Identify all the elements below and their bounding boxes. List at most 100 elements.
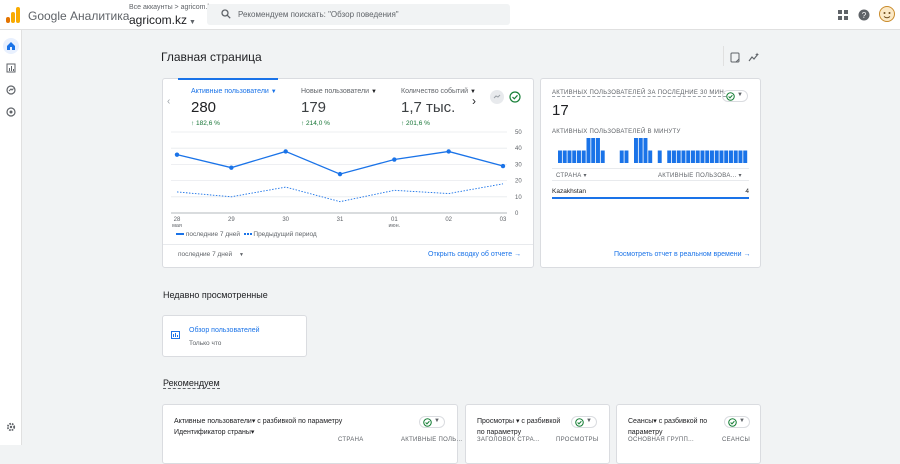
recommend-card-title: Сеансы▾ с разбивкой по параметру <box>628 418 708 436</box>
minute-bar <box>657 150 662 163</box>
minute-bar <box>581 150 586 163</box>
minute-bar <box>667 150 672 163</box>
series-line-previous <box>176 183 504 203</box>
recommend-card-options[interactable]: ▼ <box>419 416 445 428</box>
search-input[interactable]: Рекомендуем поискать: "Обзор поведения" <box>207 4 510 25</box>
recommend-section-title: Рекомендуем <box>163 378 220 389</box>
help-icon[interactable]: ? <box>858 8 872 22</box>
table-row[interactable]: Kazakhstan 4 <box>552 186 749 199</box>
data-point <box>500 163 506 169</box>
metric-active-users[interactable]: Активные пользователи ▼ 280 ↑ 182,6 % <box>191 88 277 127</box>
arrow-down-icon: ▾ <box>738 173 742 179</box>
data-point <box>446 149 451 154</box>
per-minute-label: АКТИВНЫХ ПОЛЬЗОВАТЕЛЕЙ В МИНУТУ <box>552 129 681 135</box>
recommend-card-title: Активные пользователи▾ с разбивкой по па… <box>174 418 343 436</box>
minute-bar <box>691 150 695 163</box>
recommend-card-options[interactable]: ▼ <box>571 416 597 428</box>
report-summary-link[interactable]: Открыть сводку об отчете → <box>428 251 521 258</box>
chevron-down-icon: ▼ <box>270 89 277 95</box>
col-users-label: АКТИВНЫЕ ПОЛЬЗОВА... <box>658 173 737 179</box>
metric-value: 280 <box>191 99 217 116</box>
check-circle-icon[interactable] <box>509 90 521 108</box>
realtime-title: АКТИВНЫХ ПОЛЬЗОВАТЕЛЕЙ ЗА ПОСЛЕДНИЕ 30 М… <box>552 90 726 97</box>
accounts-breadcrumb[interactable]: Все аккаунты > agricom.kz <box>129 4 214 11</box>
minute-bar <box>591 138 596 163</box>
y-tick-label: 0 <box>515 211 519 217</box>
realtime-report-link[interactable]: Посмотреть отчет в реальном времени → <box>614 251 750 258</box>
arrow-right-icon: → <box>514 251 522 258</box>
legend-current-label: последние 7 дней <box>185 231 240 238</box>
data-point <box>174 152 180 157</box>
check-circle-icon <box>423 418 432 427</box>
legend-previous-label: Предыдущий период <box>253 231 317 238</box>
x-tick-label: 03 <box>500 217 507 223</box>
recommend-col-header: СТРАНА <box>338 437 364 443</box>
check-circle-icon <box>728 418 737 427</box>
minute-bar <box>619 150 624 163</box>
minute-bar <box>733 150 738 163</box>
card-divider <box>163 244 533 245</box>
recent-item-title[interactable]: Обзор пользователей <box>189 327 260 334</box>
chevron-left-icon[interactable]: ‹ <box>167 96 170 107</box>
nav-explore[interactable] <box>3 82 19 98</box>
chevron-down-icon: ▼ <box>737 92 743 98</box>
side-nav <box>0 30 22 445</box>
chevron-down-icon: ▼ <box>434 418 440 424</box>
minute-bar <box>562 150 567 163</box>
recommend-col-header: ОСНОВНАЯ ГРУПП... <box>628 437 694 443</box>
table-divider <box>552 180 749 181</box>
nav-advertising[interactable] <box>3 104 19 120</box>
apps-grid-icon[interactable] <box>837 8 851 22</box>
recent-item-card[interactable] <box>162 315 307 357</box>
col-country-header[interactable]: СТРАНА ▾ <box>556 172 587 179</box>
header-divider <box>723 46 724 66</box>
data-point <box>392 157 397 162</box>
minute-bar <box>738 150 743 163</box>
search-icon <box>221 9 231 19</box>
gear-icon <box>6 422 16 432</box>
minute-bar <box>681 150 686 163</box>
y-tick-label: 30 <box>515 162 522 168</box>
minute-bar <box>672 150 676 163</box>
report-summary-label: Открыть сводку об отчете <box>428 251 513 258</box>
y-tick-label: 40 <box>515 146 522 152</box>
minute-bar <box>624 150 629 163</box>
series-line-current <box>176 150 504 175</box>
nav-admin[interactable] <box>3 419 19 435</box>
x-tick-label: 31 <box>337 217 344 223</box>
avatar[interactable] <box>879 6 895 22</box>
x-tick-label: 30 <box>282 217 289 223</box>
app-title[interactable]: Google Аналитика <box>28 9 129 23</box>
metric-label: Новые пользователи <box>301 88 369 95</box>
active-metric-indicator <box>178 78 278 80</box>
col-users-header[interactable]: АКТИВНЫЕ ПОЛЬЗОВА... ▾ <box>658 172 742 179</box>
table-divider <box>552 168 749 169</box>
minute-bar <box>567 150 572 163</box>
minute-bar <box>724 150 729 163</box>
period-label: последние 7 дней <box>178 251 233 258</box>
insights-icon[interactable] <box>748 50 760 68</box>
metric-new-users[interactable]: Новые пользователи ▼ 179 ↑ 214,0 % <box>301 88 377 127</box>
period-selector[interactable]: последние 7 дней ▼ <box>178 251 244 258</box>
data-point <box>337 171 343 177</box>
nav-home[interactable] <box>3 38 19 54</box>
x-tick-label: 29 <box>228 217 235 223</box>
recommend-card-options[interactable]: ▼ <box>724 416 750 428</box>
recommend-col-header: ПРОСМОТРЫ <box>556 437 599 443</box>
analytics-logo-icon[interactable] <box>6 7 20 23</box>
x-tick-sublabel: июн. <box>388 223 400 229</box>
chevron-down-icon: ▼ <box>189 19 196 26</box>
customize-icon[interactable] <box>730 50 741 68</box>
data-point <box>229 165 234 170</box>
search-placeholder: Рекомендуем поискать: "Обзор поведения" <box>238 10 399 19</box>
nav-reports[interactable] <box>3 60 19 76</box>
metric-event-count[interactable]: Количество событий ▼ 1,7 тыс. ↑ 201,6 % <box>401 88 476 127</box>
property-selector[interactable]: agricom.kz ▼ <box>129 13 196 27</box>
x-tick-label: 02 <box>445 217 452 223</box>
minute-bar <box>634 138 638 163</box>
home-icon <box>7 42 15 50</box>
compare-icon[interactable] <box>490 90 504 104</box>
recommend-col-header: СЕАНСЫ <box>722 437 751 443</box>
realtime-options[interactable]: ▼ <box>722 90 748 102</box>
recent-item-time: Только что <box>189 340 222 347</box>
